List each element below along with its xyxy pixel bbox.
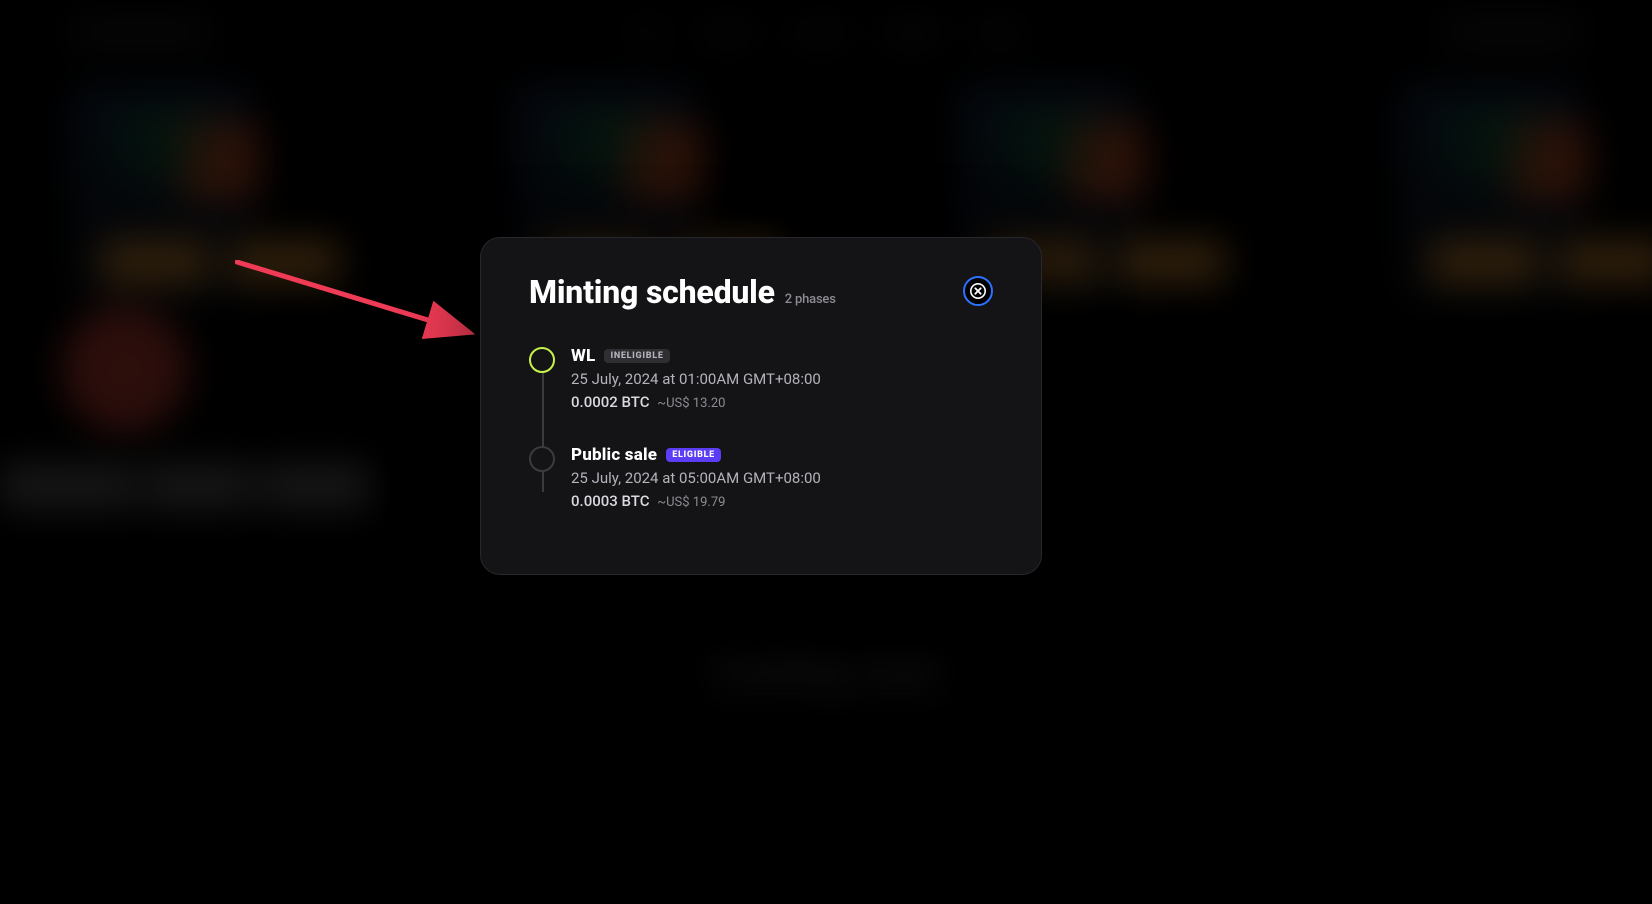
price-crypto: 0.0003 BTC — [571, 492, 650, 510]
phase-date: 25 July, 2024 at 05:00AM GMT+08:00 — [571, 469, 993, 487]
price-usd: ~US$ 13.20 — [657, 396, 725, 411]
eligibility-badge: INELIGIBLE — [604, 349, 669, 363]
phase-date: 25 July, 2024 at 01:00AM GMT+08:00 — [571, 370, 993, 388]
phase-name: Public sale — [571, 445, 657, 465]
modal-title: Minting schedule 2 phases — [529, 276, 836, 308]
phase-item: Public sale ELIGIBLE 25 July, 2024 at 05… — [529, 445, 993, 510]
modal-subtitle: 2 phases — [785, 293, 836, 306]
phase-price: 0.0003 BTC ~US$ 19.79 — [571, 492, 993, 510]
phase-item: WL INELIGIBLE 25 July, 2024 at 01:00AM G… — [529, 346, 993, 411]
phase-timeline: WL INELIGIBLE 25 July, 2024 at 01:00AM G… — [529, 346, 993, 510]
modal-title-text: Minting schedule — [529, 276, 775, 308]
phase-name: WL — [571, 346, 595, 366]
close-icon — [970, 283, 986, 299]
phase-price: 0.0002 BTC ~US$ 13.20 — [571, 393, 993, 411]
close-button[interactable] — [963, 276, 993, 306]
price-usd: ~US$ 19.79 — [657, 495, 725, 510]
price-crypto: 0.0002 BTC — [571, 393, 650, 411]
phase-dot-icon — [529, 347, 555, 373]
minting-schedule-modal: Minting schedule 2 phases WL INELIGIBLE … — [480, 237, 1042, 575]
phase-dot-icon — [529, 446, 555, 472]
eligibility-badge: ELIGIBLE — [666, 448, 721, 462]
